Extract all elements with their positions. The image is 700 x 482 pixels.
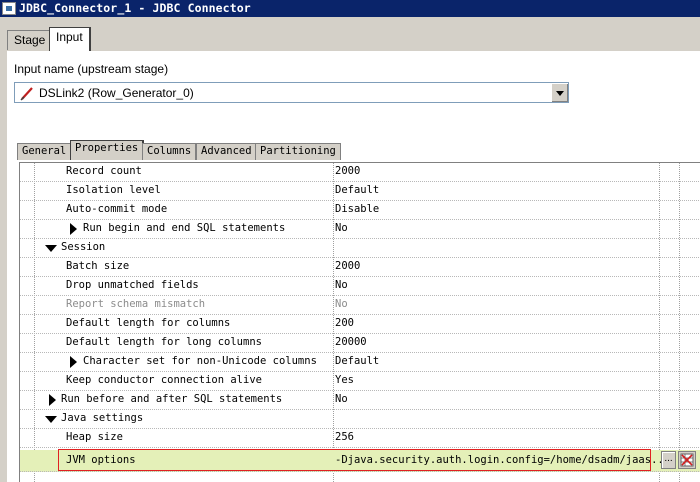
- property-value[interactable]: Disable: [335, 203, 379, 215]
- property-name: Character set for non-Unicode columns: [83, 355, 317, 367]
- property-row[interactable]: Run begin and end SQL statements No: [20, 220, 700, 239]
- grid-tool-icon: [680, 453, 694, 467]
- input-name-select[interactable]: DSLink2 (Row_Generator_0): [14, 82, 569, 103]
- property-value[interactable]: No: [335, 393, 348, 405]
- property-name: Record count: [66, 165, 142, 177]
- property-row[interactable]: Heap size 256: [20, 429, 700, 448]
- property-name: Batch size: [66, 260, 130, 272]
- property-row[interactable]: Drop unmatched fields No: [20, 277, 700, 296]
- property-value[interactable]: 20000: [335, 336, 367, 348]
- property-name: Drop unmatched fields: [66, 279, 199, 291]
- property-name: Run before and after SQL statements: [61, 393, 283, 405]
- property-name: Run begin and end SQL statements: [83, 222, 286, 234]
- property-row[interactable]: Default length for columns 200: [20, 315, 700, 334]
- property-value[interactable]: No: [335, 279, 348, 291]
- property-name: Report schema mismatch: [66, 298, 206, 310]
- property-value[interactable]: Yes: [335, 374, 354, 386]
- ellipsis-button[interactable]: ...: [661, 451, 676, 469]
- property-row[interactable]: Batch size 2000: [20, 258, 700, 277]
- tab-general[interactable]: General: [17, 143, 72, 160]
- input-name-value: DSLink2 (Row_Generator_0): [39, 86, 194, 100]
- property-row[interactable]: Keep conductor connection alive Yes: [20, 372, 700, 391]
- property-value[interactable]: 256: [335, 431, 354, 443]
- expand-arrow-icon[interactable]: [70, 356, 77, 368]
- expand-arrow-icon[interactable]: [49, 394, 56, 406]
- expand-arrow-icon[interactable]: [70, 223, 77, 235]
- collapse-arrow-icon[interactable]: [45, 416, 57, 423]
- properties-grid: Record count 2000 Isolation level Defaul…: [19, 162, 700, 482]
- property-name: Default length for columns: [66, 317, 231, 329]
- chevron-down-icon[interactable]: [551, 83, 568, 102]
- pencil-link-icon: [20, 87, 33, 101]
- property-group-row[interactable]: Session: [20, 239, 700, 258]
- highlight-annotation: [58, 449, 651, 471]
- property-name: Isolation level: [66, 184, 161, 196]
- property-value[interactable]: Default: [335, 184, 379, 196]
- tab-stage[interactable]: Stage: [7, 30, 53, 50]
- property-row[interactable]: Character set for non-Unicode columns De…: [20, 353, 700, 372]
- property-value: No: [335, 298, 348, 310]
- property-row[interactable]: Isolation level Default: [20, 182, 700, 201]
- property-group-name: Java settings: [61, 412, 144, 424]
- property-name: Keep conductor connection alive: [66, 374, 262, 386]
- title-bar: JDBC_Connector_1 - JDBC Connector: [0, 0, 700, 17]
- property-value[interactable]: 2000: [335, 260, 360, 272]
- property-value[interactable]: 2000: [335, 165, 360, 177]
- property-group-name: Session: [61, 241, 106, 253]
- input-name-label: Input name (upstream stage): [14, 62, 169, 76]
- tab-columns[interactable]: Columns: [142, 143, 197, 160]
- property-group-row[interactable]: Java settings: [20, 410, 700, 429]
- app-icon: [2, 2, 16, 15]
- property-value[interactable]: No: [335, 222, 348, 234]
- property-value[interactable]: Default: [335, 355, 379, 367]
- tab-properties[interactable]: Properties: [70, 140, 145, 160]
- tab-input[interactable]: Input: [49, 27, 91, 51]
- property-name: Auto-commit mode: [66, 203, 168, 215]
- property-row[interactable]: Default length for long columns 20000: [20, 334, 700, 353]
- property-row[interactable]: Auto-commit mode Disable: [20, 201, 700, 220]
- grid-tool-button[interactable]: [678, 451, 696, 469]
- property-value[interactable]: 200: [335, 317, 354, 329]
- property-name: Default length for long columns: [66, 336, 262, 348]
- property-row[interactable]: Record count 2000: [20, 163, 700, 182]
- window-title: JDBC_Connector_1 - JDBC Connector: [19, 1, 251, 15]
- tab-advanced[interactable]: Advanced: [196, 143, 257, 160]
- property-name: Heap size: [66, 431, 123, 443]
- property-row[interactable]: Run before and after SQL statements No: [20, 391, 700, 410]
- tab-partitioning[interactable]: Partitioning: [255, 143, 341, 160]
- property-row: Report schema mismatch No: [20, 296, 700, 315]
- collapse-arrow-icon[interactable]: [45, 245, 57, 252]
